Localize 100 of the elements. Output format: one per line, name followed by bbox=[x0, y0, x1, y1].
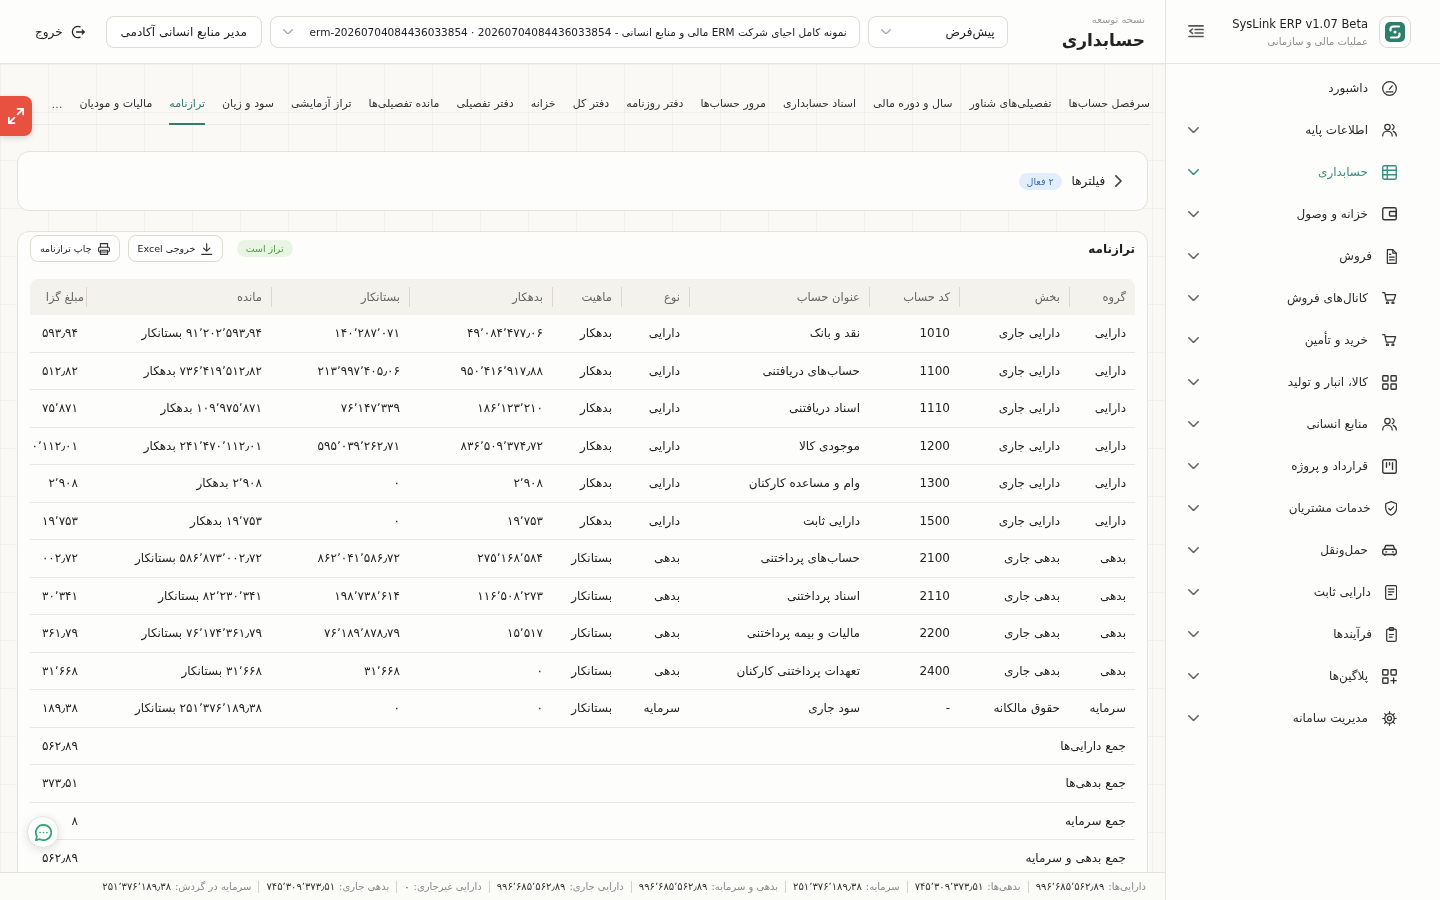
sidebar-item[interactable]: کالا، انبار و تولید bbox=[1166, 361, 1440, 403]
table-cell: بدهکار bbox=[552, 315, 621, 353]
table-cell: بدهی bbox=[621, 615, 689, 653]
table-cell: بستانکار bbox=[552, 652, 621, 690]
column-header[interactable]: عنوان حساب bbox=[689, 279, 869, 315]
table-cell: بدهی bbox=[1069, 540, 1135, 578]
gauge-icon bbox=[1382, 80, 1397, 96]
table-cell: دارایی bbox=[1069, 502, 1135, 540]
table-cell: حساب‌های پرداختنی bbox=[689, 540, 869, 578]
shield-check-icon bbox=[1384, 500, 1397, 516]
table-cell: حساب‌های دریافتنی bbox=[689, 352, 869, 390]
table-cell: ۰ bbox=[271, 465, 409, 503]
tab[interactable]: ترازنامه bbox=[169, 84, 206, 125]
sidebar-item[interactable]: خزانه و وصول bbox=[1166, 193, 1440, 235]
tab[interactable]: دفتر کل bbox=[572, 84, 610, 125]
sidebar-item[interactable]: خدمات مشتریان bbox=[1166, 487, 1440, 529]
sidebar-item[interactable]: کانال‌های فروش bbox=[1166, 277, 1440, 319]
column-header[interactable]: بستانکار bbox=[271, 279, 409, 315]
table-cell: بدهکار bbox=[552, 427, 621, 465]
more-tabs-indicator[interactable]: … bbox=[51, 84, 63, 124]
table-cell: ۲۷۵٬۱۶۸٬۵۸۴ bbox=[409, 540, 552, 578]
table-cell: موجودی کالا bbox=[689, 427, 869, 465]
logout-button[interactable]: خروج bbox=[35, 24, 85, 39]
page-eyebrow: نسخه توسعه bbox=[1090, 13, 1145, 25]
sidebar-item[interactable]: خرید و تأمین bbox=[1166, 319, 1440, 361]
tab[interactable]: سال و دوره مالی bbox=[873, 84, 953, 125]
table-cell: ۰ bbox=[271, 690, 409, 728]
menu-collapse-icon[interactable] bbox=[1188, 25, 1204, 38]
table-cell: بدهی جاری bbox=[959, 615, 1069, 653]
table-cell: ۲۵۱٬۳۷۶٬۱۸۹٫۳۸ بستانکار bbox=[86, 690, 271, 728]
role-button[interactable]: مدیر منابع انسانی آکادمی bbox=[105, 15, 262, 48]
stat-label: بدهی جاری: bbox=[339, 880, 390, 893]
stat-value: ۷۴۵٬۳۰۹٬۳۷۳٫۵۱ bbox=[266, 880, 336, 893]
grid-icon bbox=[1382, 374, 1397, 390]
fullscreen-button[interactable] bbox=[0, 96, 32, 136]
tab[interactable]: دفتر تفصیلی bbox=[456, 84, 514, 125]
column-header[interactable]: بدهکار bbox=[409, 279, 552, 315]
column-header[interactable]: مبلغ گزا bbox=[30, 279, 86, 315]
sidebar-item[interactable]: فرآیندها bbox=[1166, 613, 1440, 655]
table-cell: ۴۹٬۰۸۴٬۴۷۷٫۰۶ bbox=[409, 315, 552, 353]
kanban-icon bbox=[1382, 458, 1397, 474]
table-cell: بستانکار bbox=[552, 615, 621, 653]
sidebar-item[interactable]: داشبورد bbox=[1166, 67, 1440, 109]
column-header[interactable]: ماهیت bbox=[552, 279, 621, 315]
table-cell: 1200 bbox=[869, 427, 959, 465]
column-header[interactable]: کد حساب bbox=[869, 279, 959, 315]
app-title: SysLink ERP v1.07 Beta bbox=[1232, 16, 1368, 31]
table-cell: بستانکار bbox=[552, 577, 621, 615]
print-button[interactable]: چاپ ترازنامه bbox=[30, 235, 120, 262]
table-cell: ۲٬۹۰۸ bbox=[409, 465, 552, 503]
excel-export-button[interactable]: خروجی Excel bbox=[127, 235, 223, 262]
tab[interactable]: مانده تفصیلی‌ها bbox=[368, 84, 440, 125]
chevron-right-icon[interactable] bbox=[1115, 175, 1122, 187]
table-cell: ۲٬۹۰۸ bbox=[30, 465, 86, 503]
table-cell: ۵۱۲٫۸۲ bbox=[30, 352, 86, 390]
company-dropdown[interactable]: نمونه کامل احیای شرکت ERM مالی و منابع انسانی - 20260704084436033854 · erm-20260704084436033854 bbox=[270, 15, 860, 48]
table-cell: وام و مساعده کارکنان bbox=[689, 465, 869, 503]
table-cell: 2100 bbox=[869, 540, 959, 578]
page-title: حسابداری bbox=[1061, 29, 1145, 50]
table-cell: بدهکار bbox=[552, 352, 621, 390]
sidebar-item[interactable]: دارایی ثابت bbox=[1166, 571, 1440, 613]
table-cell: دارایی bbox=[621, 465, 689, 503]
table-cell: ۰٬۱۱۲٫۰۱ bbox=[30, 427, 86, 465]
sidebar-item[interactable]: حمل‌ونقل bbox=[1166, 529, 1440, 571]
tab[interactable]: سرفصل حساب‌ها bbox=[1068, 84, 1150, 125]
column-header[interactable]: گروه bbox=[1069, 279, 1135, 315]
column-header[interactable]: نوع bbox=[621, 279, 689, 315]
table-cell: ۳۱٬۶۶۸ bbox=[271, 652, 409, 690]
tab[interactable]: مالیات و مودیان bbox=[79, 84, 153, 125]
sidebar-item[interactable]: اطلاعات پایه bbox=[1166, 109, 1440, 151]
column-header[interactable]: بخش bbox=[959, 279, 1069, 315]
download-icon bbox=[201, 242, 213, 255]
tab[interactable]: تراز آزمایشی bbox=[290, 84, 352, 125]
tab[interactable]: خزانه bbox=[530, 84, 556, 125]
column-header[interactable]: مانده bbox=[86, 279, 271, 315]
sidebar-item[interactable]: قرارداد و پروژه bbox=[1166, 445, 1440, 487]
tab[interactable]: تفصیلی‌های شناور bbox=[969, 84, 1052, 125]
profile-dropdown[interactable]: پیش‌فرض bbox=[867, 15, 1008, 48]
table-cell: بدهی جاری bbox=[959, 540, 1069, 578]
table-cell: بدهی جاری bbox=[959, 577, 1069, 615]
tab[interactable]: اسناد حسابداری bbox=[783, 84, 857, 125]
total-label: جمع دارایی‌ها bbox=[86, 727, 1135, 765]
stat-label: دارایی جاری: bbox=[569, 880, 624, 893]
table-cell: ۹۵۰٬۴۱۶٬۹۱۷٫۸۸ bbox=[409, 352, 552, 390]
sidebar-item[interactable]: منابع انسانی bbox=[1166, 403, 1440, 445]
tab[interactable]: مرور حساب‌ها bbox=[700, 84, 766, 125]
tab[interactable]: سود و زیان bbox=[222, 84, 274, 125]
app-subtitle: عملیات مالی و سازمانی bbox=[1266, 35, 1368, 47]
status-badge: تراز است bbox=[236, 240, 293, 257]
table-cell: بستانکار bbox=[552, 690, 621, 728]
sidebar-item[interactable]: مدیریت سامانه bbox=[1166, 697, 1440, 739]
tab[interactable]: دفتر روزنامه bbox=[626, 84, 684, 125]
sidebar-item[interactable]: حسابداری bbox=[1166, 151, 1440, 193]
chat-icon bbox=[34, 823, 52, 841]
printer-icon bbox=[97, 242, 110, 255]
chevron-down-icon bbox=[880, 28, 891, 35]
settings-icon bbox=[1382, 710, 1397, 726]
sidebar-item[interactable]: فروش bbox=[1166, 235, 1440, 277]
table-cell: ۱۹۸٬۷۳۸٬۶۱۴ bbox=[271, 577, 409, 615]
sidebar-item[interactable]: پلاگین‌ها bbox=[1166, 655, 1440, 697]
